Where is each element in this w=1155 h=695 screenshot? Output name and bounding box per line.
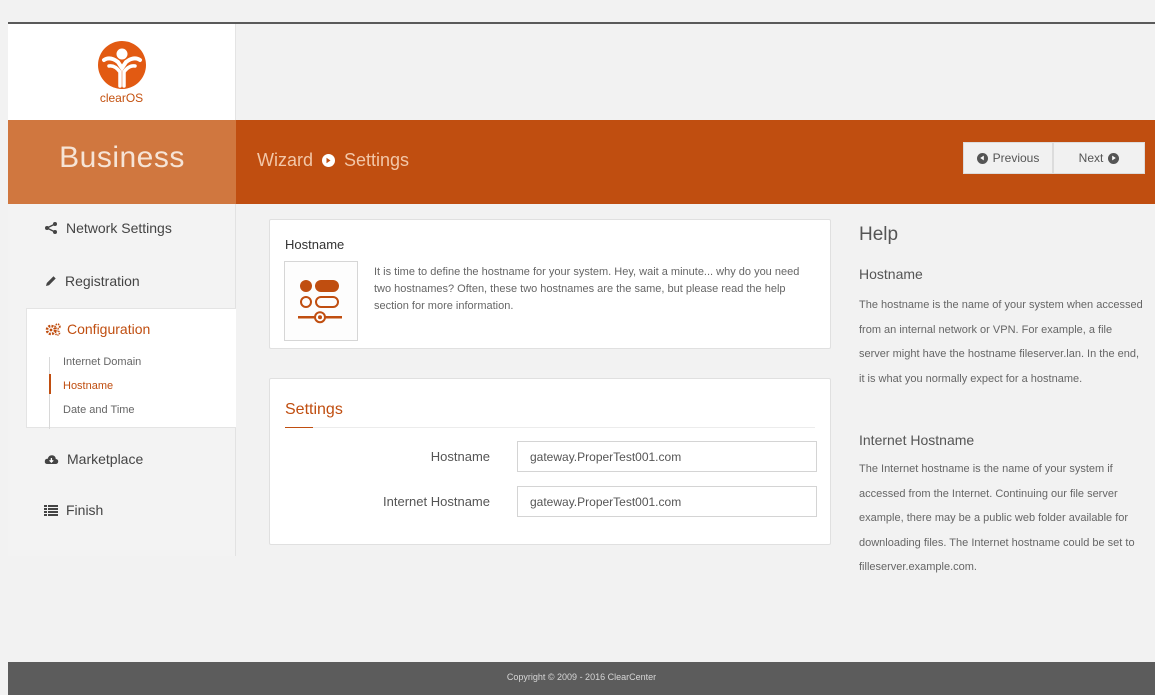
edition-title: Business	[59, 141, 185, 174]
clearos-logo-icon[interactable]	[96, 40, 148, 94]
sidebar-item-label: Configuration	[67, 321, 151, 337]
settings-card: Settings Hostname Internet Hostname	[269, 378, 831, 545]
sidebar-item-marketplace[interactable]: Marketplace	[8, 444, 236, 474]
cogs-icon	[45, 322, 61, 336]
hostname-label: Hostname	[430, 449, 490, 464]
hostname-intro-card: Hostname It is time to define the hostna…	[269, 219, 831, 349]
banner: Business Wizard Settings Previous Next	[8, 120, 1155, 204]
hostname-input[interactable]	[517, 441, 817, 472]
footer: Copyright © 2009 - 2016 ClearCenter	[8, 662, 1155, 695]
breadcrumb-current: Settings	[344, 150, 410, 170]
divider	[285, 427, 815, 428]
help-heading-internet-hostname: Internet Hostname	[859, 432, 975, 448]
hostname-icon-box	[284, 261, 358, 341]
internet-hostname-label: Internet Hostname	[383, 494, 490, 509]
help-text-hostname: The hostname is the name of your system …	[859, 299, 1143, 385]
pencil-icon	[46, 275, 56, 286]
sidebar-item-label: Finish	[66, 502, 104, 518]
help-text-internet-hostname: The Internet hostname is the name of you…	[859, 463, 1135, 573]
sidebar-item-label: Network Settings	[66, 220, 172, 236]
sidebar-item-finish[interactable]: Finish	[8, 495, 236, 525]
circle-arrow-right-icon	[322, 154, 336, 167]
help-heading-hostname: Hostname	[859, 266, 923, 282]
cloud-icon	[44, 455, 59, 464]
sidebar-item-configuration[interactable]: Configuration	[45, 321, 150, 337]
next-button[interactable]: Next	[1053, 142, 1145, 174]
help-panel: Help Hostname The hostname is the name o…	[859, 224, 1149, 573]
submenu-item-date-and-time[interactable]: Date and Time	[63, 404, 135, 416]
submenu-active-marker	[49, 374, 51, 394]
hostname-settings-icon	[298, 280, 342, 324]
internet-hostname-input[interactable]	[517, 486, 817, 517]
circle-arrow-right-icon	[1108, 152, 1120, 164]
card-description: It is time to define the hostname for yo…	[374, 266, 800, 312]
help-title: Help	[859, 224, 899, 245]
next-label: Next	[1078, 151, 1104, 165]
list-icon	[44, 504, 58, 516]
configuration-group: Configuration Internet Domain Hostname D…	[26, 308, 236, 429]
card-title: Settings	[285, 401, 343, 418]
breadcrumb-wizard[interactable]: Wizard	[257, 150, 313, 171]
sidebar-item-network-settings[interactable]: Network Settings	[8, 213, 236, 243]
logo-panel: clearOS	[8, 24, 236, 120]
sidebar-item-label: Marketplace	[67, 451, 144, 467]
submenu-item-hostname[interactable]: Hostname	[63, 380, 113, 392]
edition-box: Business	[8, 120, 236, 204]
previous-label: Previous	[992, 151, 1040, 165]
sidebar-item-label: Registration	[65, 273, 140, 289]
circle-arrow-left-icon	[976, 152, 988, 164]
logo-text: clearOS	[99, 91, 144, 105]
sidebar: Network Settings Registration Configurat…	[8, 204, 236, 556]
breadcrumb: Wizard Settings	[257, 150, 409, 171]
title-underline	[285, 427, 313, 428]
card-title: Hostname	[285, 237, 345, 252]
sidebar-item-registration[interactable]: Registration	[8, 266, 236, 296]
previous-button[interactable]: Previous	[963, 142, 1053, 174]
submenu-item-internet-domain[interactable]: Internet Domain	[63, 356, 141, 368]
copyright-text: Copyright © 2009 - 2016 ClearCenter	[506, 672, 657, 682]
share-icon	[45, 222, 57, 234]
